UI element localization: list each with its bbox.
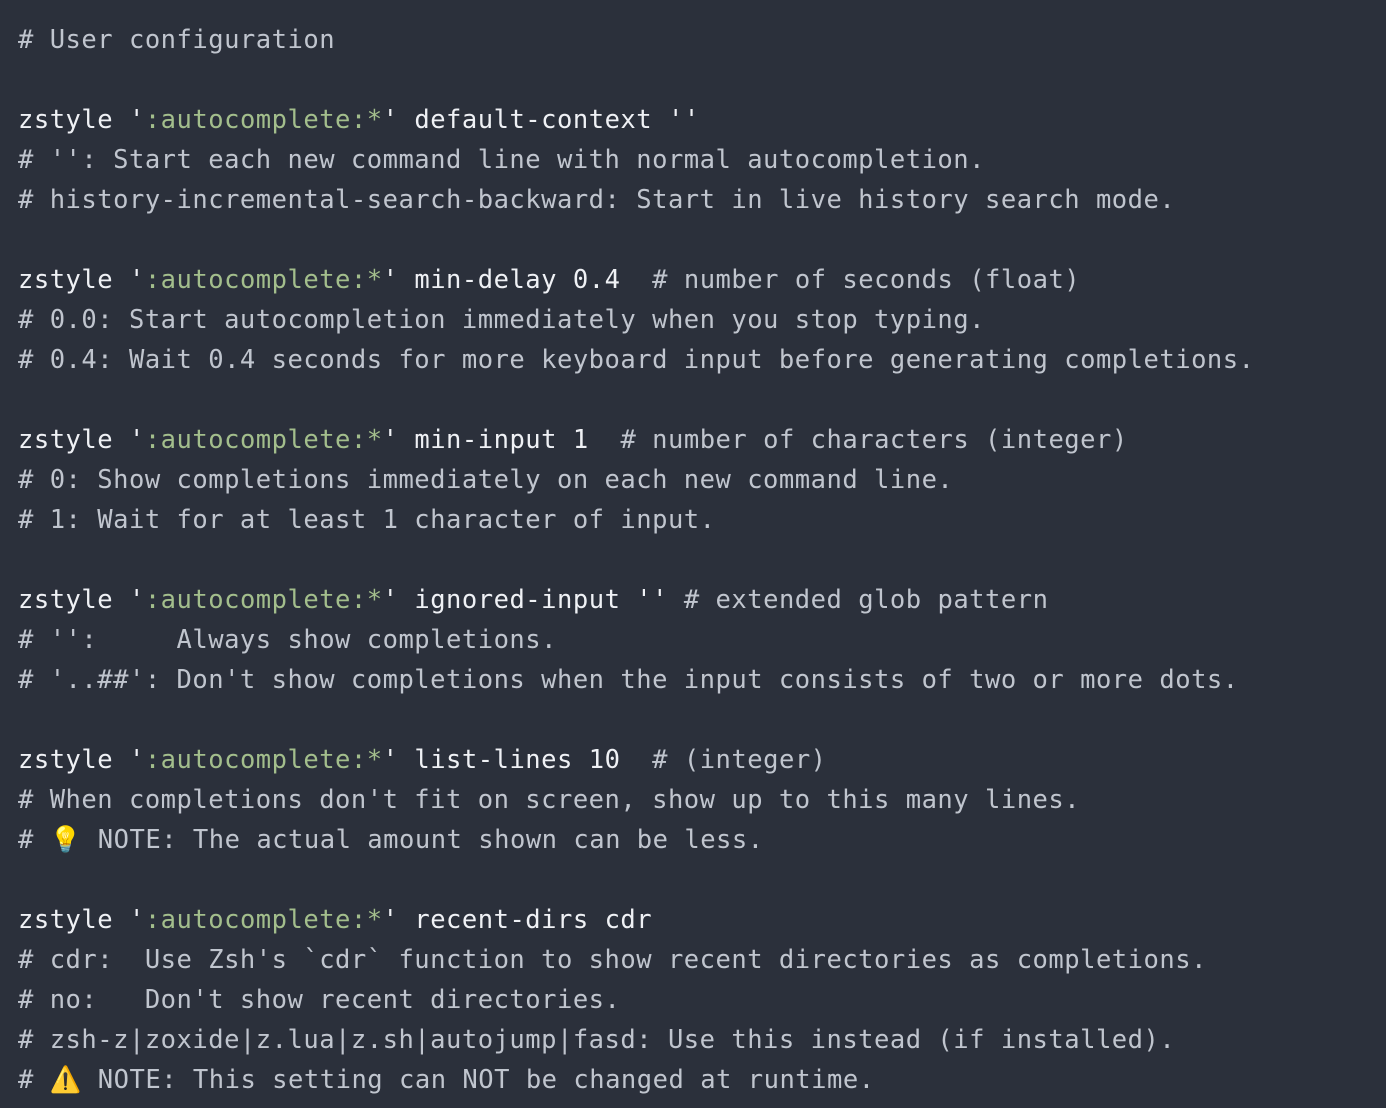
keyword: zstyle (18, 585, 129, 615)
style-setting: ignored-input '' (414, 585, 668, 615)
keyword: zstyle (18, 105, 129, 135)
comment-text: # zsh-z|zoxide|z.lua|z.sh|autojump|fasd:… (18, 1025, 1176, 1055)
comment-line: # 0.0: Start autocompletion immediately … (18, 300, 1386, 340)
code-line: zstyle ':autocomplete:*' list-lines 10 #… (18, 740, 1386, 780)
comment-line: # When completions don't fit on screen, … (18, 780, 1386, 820)
comment-text: # 0.4: Wait 0.4 seconds for more keyboar… (18, 345, 1255, 375)
context-string: :autocomplete:* (144, 585, 383, 615)
keyword: zstyle (18, 265, 129, 295)
quote: ' (382, 265, 399, 295)
quote: ' (382, 425, 399, 455)
context-string: :autocomplete:* (144, 265, 383, 295)
comment-line: # history-incremental-search-backward: S… (18, 180, 1386, 220)
quote: ' (128, 745, 145, 775)
code-editor[interactable]: # User configuration zstyle ':autocomplet… (18, 20, 1386, 1100)
comment-line: # no: Don't show recent directories. (18, 980, 1386, 1020)
quote: ' (128, 905, 145, 935)
comment-text: # cdr: Use Zsh's `cdr` function to show … (18, 945, 1207, 975)
inline-comment: # number of seconds (float) (620, 265, 1081, 295)
comment-text: # 0.0: Start autocompletion immediately … (18, 305, 985, 335)
comment-line: # 0: Show completions immediately on eac… (18, 460, 1386, 500)
comment-text: # '': Start each new command line with n… (18, 145, 985, 175)
comment-line: # '..##': Don't show completions when th… (18, 660, 1386, 700)
code-line: zstyle ':autocomplete:*' recent-dirs cdr (18, 900, 1386, 940)
context-string: :autocomplete:* (144, 105, 383, 135)
comment-text: # 1: Wait for at least 1 character of in… (18, 505, 716, 535)
keyword: zstyle (18, 745, 129, 775)
comment-text: # '': Always show completions. (18, 625, 557, 655)
inline-comment: # number of characters (integer) (588, 425, 1128, 455)
style-setting: min-input 1 (414, 425, 589, 455)
comment-line: # zsh-z|zoxide|z.lua|z.sh|autojump|fasd:… (18, 1020, 1386, 1060)
quote: ' (382, 745, 399, 775)
code-line: zstyle ':autocomplete:*' ignored-input '… (18, 580, 1386, 620)
style-setting: min-delay 0.4 (414, 265, 621, 295)
quote: ' (382, 585, 399, 615)
comment-line: # 0.4: Wait 0.4 seconds for more keyboar… (18, 340, 1386, 380)
comment-line: # User configuration (18, 20, 1386, 60)
keyword: zstyle (18, 425, 129, 455)
inline-comment: # extended glob pattern (667, 585, 1049, 615)
quote: ' (128, 105, 145, 135)
comment-text: # no: Don't show recent directories. (18, 985, 621, 1015)
context-string: :autocomplete:* (144, 745, 383, 775)
quote: ' (128, 265, 145, 295)
code-line: zstyle ':autocomplete:*' min-delay 0.4 #… (18, 260, 1386, 300)
style-setting: recent-dirs cdr (414, 905, 653, 935)
context-string: :autocomplete:* (144, 425, 383, 455)
comment-text: # history-incremental-search-backward: S… (18, 185, 1176, 215)
comment-text: # 💡 NOTE: The actual amount shown can be… (18, 825, 764, 855)
style-setting: default-context '' (414, 105, 700, 135)
comment-line: # '': Always show completions. (18, 620, 1386, 660)
comment-text: # User configuration (18, 25, 336, 55)
inline-comment: # (integer) (620, 745, 827, 775)
comment-text: # When completions don't fit on screen, … (18, 785, 1081, 815)
comment-line: # ⚠️ NOTE: This setting can NOT be chang… (18, 1060, 1386, 1100)
code-line: zstyle ':autocomplete:*' default-context… (18, 100, 1386, 140)
keyword: zstyle (18, 905, 129, 935)
comment-line: # '': Start each new command line with n… (18, 140, 1386, 180)
comment-line: # 1: Wait for at least 1 character of in… (18, 500, 1386, 540)
comment-text: # 0: Show completions immediately on eac… (18, 465, 954, 495)
quote: ' (382, 105, 399, 135)
editor-body: { "colors": { "background": "#2b303b", "… (0, 0, 1386, 1108)
quote: ' (128, 585, 145, 615)
comment-text: # ⚠️ NOTE: This setting can NOT be chang… (18, 1065, 875, 1095)
comment-line: # 💡 NOTE: The actual amount shown can be… (18, 820, 1386, 860)
style-setting: list-lines 10 (414, 745, 621, 775)
context-string: :autocomplete:* (144, 905, 383, 935)
code-line: zstyle ':autocomplete:*' min-input 1 # n… (18, 420, 1386, 460)
quote: ' (382, 905, 399, 935)
quote: ' (128, 425, 145, 455)
comment-line: # cdr: Use Zsh's `cdr` function to show … (18, 940, 1386, 980)
comment-text: # '..##': Don't show completions when th… (18, 665, 1239, 695)
